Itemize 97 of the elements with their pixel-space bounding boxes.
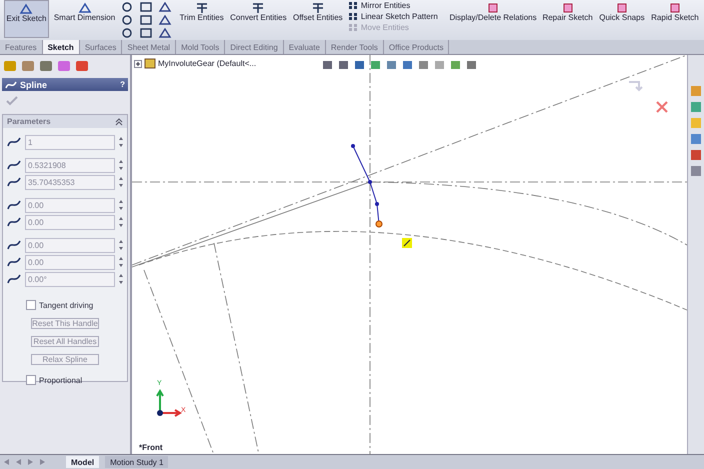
collapse-icon[interactable]	[115, 118, 123, 126]
view-tool-icon[interactable]	[369, 59, 382, 71]
sketch-tool-icon[interactable]	[120, 15, 134, 25]
ribbon-button[interactable]: Display/Delete Relations	[448, 0, 538, 38]
ribbon-tab[interactable]: Evaluate	[284, 40, 326, 54]
ribbon-tab[interactable]: Surfaces	[80, 40, 122, 54]
value-field[interactable]: 0.5321908	[25, 158, 115, 172]
parameter-icon	[6, 175, 22, 189]
value-field[interactable]: 0.00	[25, 198, 115, 212]
sketch-tool-icon[interactable]	[120, 28, 134, 38]
ribbon-button[interactable]: Trim Entities	[178, 0, 226, 38]
tool-icon	[486, 2, 500, 14]
task-pane-icon[interactable]	[690, 133, 702, 145]
tool-icon	[348, 1, 358, 10]
bottom-tab[interactable]: Motion Study 1	[105, 456, 168, 468]
ribbon-button[interactable]: Repair Sketch	[541, 0, 594, 38]
sketch-tool-icon[interactable]	[139, 15, 154, 25]
close-icon[interactable]	[656, 101, 668, 113]
value-field[interactable]: 0.00	[25, 238, 115, 252]
spinner-icon[interactable]	[118, 136, 124, 148]
task-pane-icon[interactable]	[690, 165, 702, 177]
part-icon	[144, 58, 156, 69]
help-button[interactable]: ?	[120, 80, 125, 89]
spinner-icon[interactable]	[118, 159, 124, 171]
ribbon-tab[interactable]: Direct Editing	[225, 40, 284, 54]
ribbon-button[interactable]: Smart Dimension	[52, 0, 116, 38]
ribbon-button[interactable]: Quick Snaps	[598, 0, 646, 38]
sketch-tool-icon[interactable]	[139, 2, 154, 12]
tool-icon	[78, 2, 92, 14]
cursor-icon	[402, 238, 412, 248]
group-title: Parameters	[7, 117, 51, 126]
panel-tab-icon[interactable]	[56, 59, 72, 73]
sketch-tool-icon[interactable]	[158, 2, 172, 12]
parameter-icon	[6, 215, 22, 229]
spinner-icon[interactable]	[118, 256, 124, 268]
tool-icon	[194, 2, 209, 14]
sketch-tool-icon[interactable]	[158, 15, 172, 25]
panel-tab-icon[interactable]	[20, 59, 36, 73]
value-field[interactable]: 0.00	[25, 254, 115, 270]
proportional-checkbox[interactable]: Proportional	[26, 375, 124, 385]
value-field[interactable]: 1	[25, 134, 115, 150]
view-tool-icon[interactable]	[385, 59, 398, 71]
spinner-icon[interactable]	[118, 199, 124, 211]
value-field[interactable]: 35.70435353	[25, 174, 115, 190]
view-tool-icon[interactable]	[417, 59, 430, 71]
view-tool-icon[interactable]	[337, 59, 350, 71]
parameter-icon	[6, 158, 22, 172]
panel-title: Spline	[20, 80, 48, 90]
tool-icon	[348, 12, 358, 21]
panel-tab-icon[interactable]	[74, 59, 90, 73]
parameter-icon	[6, 135, 22, 149]
value-field[interactable]: 0.00°	[25, 272, 115, 286]
tool-icon	[310, 2, 325, 14]
expand-icon[interactable]	[134, 60, 142, 68]
ribbon-item[interactable]: Mirror Entities	[348, 1, 445, 10]
tool-icon	[560, 2, 575, 14]
tool-icon	[348, 23, 358, 32]
view-tool-icon[interactable]	[401, 59, 414, 71]
spline-point[interactable]	[376, 220, 382, 228]
task-pane-icon[interactable]	[690, 149, 702, 161]
ribbon-button[interactable]: Exit Sketch	[4, 0, 49, 38]
ribbon-tab[interactable]: Render Tools	[326, 40, 384, 54]
tree-item[interactable]: MyInvoluteGear (Default<...	[134, 58, 256, 69]
ribbon-button[interactable]: Offset Entities	[292, 0, 344, 38]
spinner-icon[interactable]	[118, 216, 124, 228]
view-tool-icon[interactable]	[465, 59, 478, 71]
parameter-icon	[6, 198, 22, 212]
spinner-icon[interactable]	[118, 176, 124, 188]
ribbon-tab[interactable]: Mold Tools	[176, 40, 226, 54]
sketch-tool-icon[interactable]	[139, 28, 154, 38]
view-tool-icon[interactable]	[353, 59, 366, 71]
view-tool-icon[interactable]	[449, 59, 462, 71]
value-field[interactable]: 0.00	[25, 214, 115, 230]
tool-icon	[668, 2, 682, 14]
checkmark-icon[interactable]	[6, 96, 18, 106]
tool-icon	[251, 2, 266, 14]
ribbon-tab[interactable]: Office Products	[384, 40, 450, 54]
spline-icon	[5, 80, 17, 90]
tool-icon	[614, 2, 629, 14]
spinner-icon[interactable]	[118, 239, 124, 251]
parameter-icon	[6, 238, 22, 252]
ribbon-button[interactable]: Rapid Sketch	[650, 0, 700, 38]
ribbon-item[interactable]: Linear Sketch Pattern	[348, 12, 445, 21]
sketch-tool-icon[interactable]	[120, 2, 134, 12]
tool-icon	[19, 3, 34, 15]
view-tool-icon[interactable]	[321, 59, 334, 71]
bottom-tab[interactable]: Model	[66, 456, 100, 468]
view-label: *Front	[139, 443, 163, 452]
panel-tab-icon[interactable]	[38, 59, 54, 73]
parameter-icon	[6, 255, 22, 269]
ribbon-tab[interactable]: Sheet Metal	[122, 40, 176, 54]
ribbon-button[interactable]: Convert Entities	[229, 0, 288, 38]
sketch-tool-icon[interactable]	[158, 28, 172, 38]
parameter-icon	[6, 272, 22, 286]
spinner-icon[interactable]	[118, 273, 124, 285]
tangent-driving-checkbox[interactable]: Tangent driving	[26, 300, 124, 310]
ribbon-tab[interactable]: Sketch	[42, 40, 80, 54]
